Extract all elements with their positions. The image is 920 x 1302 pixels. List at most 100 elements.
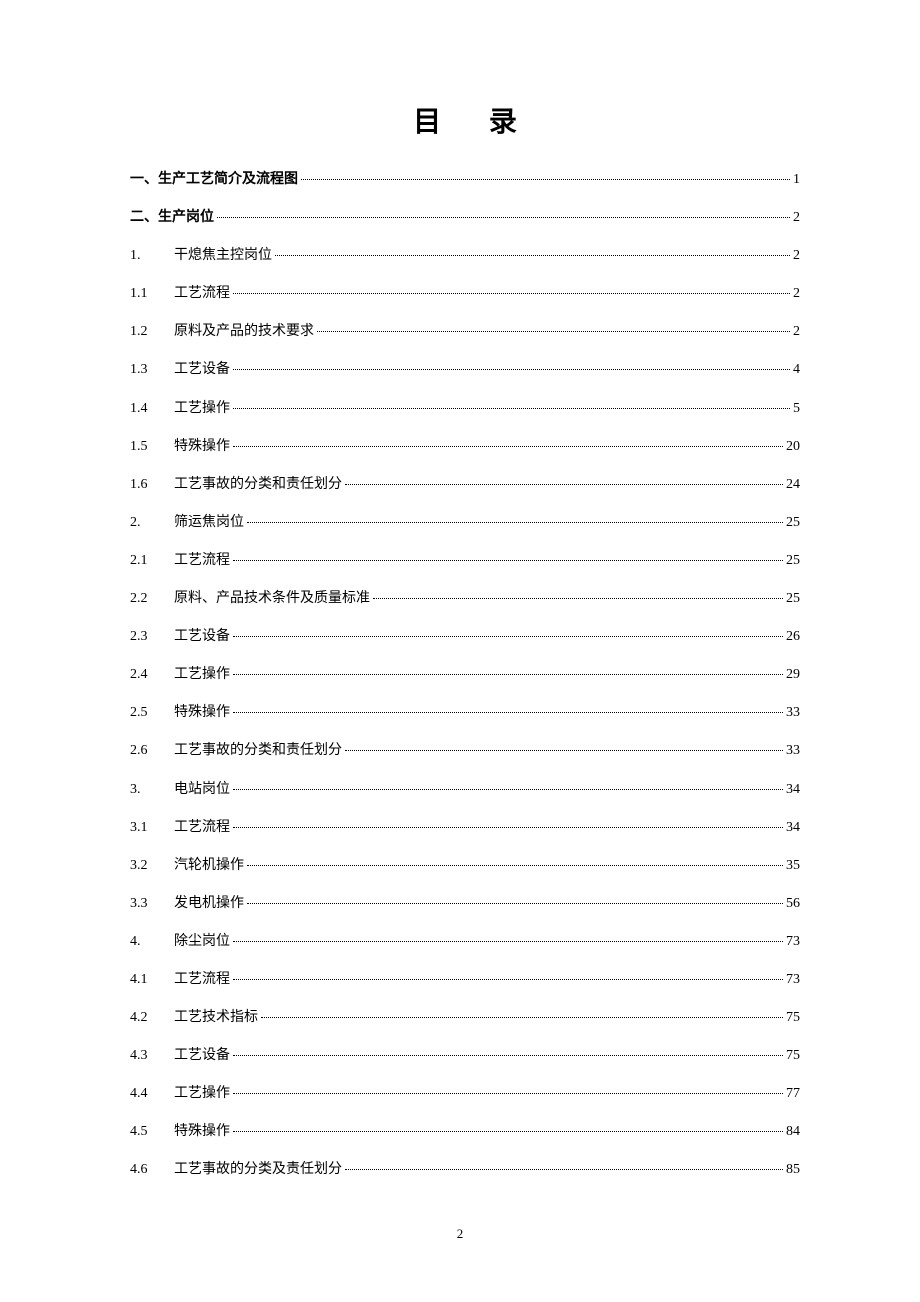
toc-dots [233,560,783,561]
toc-entry-label: 工艺设备 [174,1046,230,1066]
toc-entry-page: 73 [786,970,800,990]
toc-entry-label: 工艺流程 [174,818,230,838]
toc-entry: 2.6工艺事故的分类和责任划分33 [130,741,800,761]
toc-entry-label: 一、生产工艺简介及流程图 [130,170,298,190]
toc-entry: 4.1工艺流程 73 [130,970,800,990]
toc-entry-page: 34 [786,780,800,800]
toc-entry: 1.6工艺事故的分类和责任划分 24 [130,475,800,495]
toc-entry-page: 85 [786,1160,800,1180]
toc-entry-number: 1.3 [130,360,174,380]
toc-entry: 3.2汽轮机操作 35 [130,856,800,876]
toc-dots [233,293,790,294]
toc-entry-number: 4.1 [130,970,174,990]
toc-entry: 2.3工艺设备26 [130,627,800,647]
toc-entry-number: 4.3 [130,1046,174,1066]
toc-entry-page: 2 [793,322,800,342]
toc-entry-number: 2.4 [130,665,174,685]
toc-entry-page: 26 [786,627,800,647]
toc-entry-number: 1.5 [130,437,174,457]
toc-dots [233,636,783,637]
toc-entry-page: 2 [793,208,800,228]
toc-dots [317,331,790,332]
toc-entry: 3.3发电机操作56 [130,894,800,914]
toc-entry-page: 24 [786,475,800,495]
toc-dots [275,255,790,256]
toc-entry-page: 34 [786,818,800,838]
toc-entry-label: 发电机操作 [174,894,244,914]
toc-entry-number: 3. [130,780,174,800]
toc-entry-number: 2.6 [130,741,174,761]
toc-dots [247,903,783,904]
toc-entry-page: 2 [793,284,800,304]
toc-dots [233,827,783,828]
toc-entry-page: 75 [786,1046,800,1066]
toc-dots [345,484,783,485]
toc-entry-page: 33 [786,703,800,723]
toc-entry-page: 73 [786,932,800,952]
toc-entry: 2.4工艺操作29 [130,665,800,685]
toc-entry-number: 1.6 [130,475,174,495]
toc-dots [345,750,783,751]
toc-dots [247,865,783,866]
toc-entry-label: 汽轮机操作 [174,856,244,876]
toc-entry: 1.1工艺流程2 [130,284,800,304]
toc-entry-page: 2 [793,246,800,266]
toc-entry: 二、生产岗位2 [130,208,800,228]
toc-entry: 1.3工艺设备 4 [130,360,800,380]
toc-dots [301,179,790,180]
toc-dots [233,674,783,675]
toc-dots [233,979,783,980]
toc-entry-label: 工艺设备 [174,360,230,380]
toc-entry-label: 原料、产品技术条件及质量标准 [174,589,370,609]
toc-entry-number: 2.5 [130,703,174,723]
toc-dots [233,1055,783,1056]
toc-entry-number: 2.1 [130,551,174,571]
toc-entry-label: 工艺事故的分类和责任划分 [174,475,342,495]
toc-entry-label: 特殊操作 [174,437,230,457]
toc-entry-page: 5 [793,399,800,419]
toc-entry-label: 工艺流程 [174,970,230,990]
toc-entry: 2.2原料、产品技术条件及质量标准25 [130,589,800,609]
toc-entry-page: 77 [786,1084,800,1104]
toc-dots [233,712,783,713]
toc-entry: 3.1工艺流程 34 [130,818,800,838]
toc-entry-label: 工艺操作 [174,665,230,685]
toc-entry-number: 3.3 [130,894,174,914]
toc-dots [233,446,783,447]
toc-entry-number: 2.3 [130,627,174,647]
toc-entry-label: 筛运焦岗位 [174,513,244,533]
toc-entry-number: 3.1 [130,818,174,838]
toc-dots [233,369,790,370]
toc-entry: 2.5特殊操作33 [130,703,800,723]
toc-entry-label: 电站岗位 [174,780,230,800]
toc-dots [233,408,790,409]
toc-entry-number: 3.2 [130,856,174,876]
toc-entry-number: 4.4 [130,1084,174,1104]
toc-title: 目 录 [130,100,800,140]
toc-entry: 1.5特殊操作20 [130,437,800,457]
toc-entry-number: 4.6 [130,1160,174,1180]
toc-dots [345,1169,783,1170]
toc-entry-page: 4 [793,360,800,380]
toc-entry-number: 1.2 [130,322,174,342]
toc-entry-label: 工艺技术指标 [174,1008,258,1028]
toc-entry-page: 33 [786,741,800,761]
toc-dots [373,598,783,599]
toc-dots [233,1093,783,1094]
toc-entry-number: 2. [130,513,174,533]
toc-entry: 2.筛运焦岗位 25 [130,513,800,533]
toc-entry-page: 75 [786,1008,800,1028]
toc-entry-number: 1.1 [130,284,174,304]
toc-entry: 1.干熄焦主控岗位2 [130,246,800,266]
toc-entry: 4.6工艺事故的分类及责任划分85 [130,1160,800,1180]
toc-entry: 4.2工艺技术指标75 [130,1008,800,1028]
toc-entry-label: 工艺操作 [174,399,230,419]
page-number: 2 [0,1226,920,1242]
toc-entry-label: 特殊操作 [174,1122,230,1142]
toc-entry-page: 1 [793,170,800,190]
toc-entry-page: 84 [786,1122,800,1142]
toc-dots [261,1017,783,1018]
toc-entry-page: 25 [786,513,800,533]
toc-entry-page: 35 [786,856,800,876]
toc-entry: 3.电站岗位 34 [130,780,800,800]
